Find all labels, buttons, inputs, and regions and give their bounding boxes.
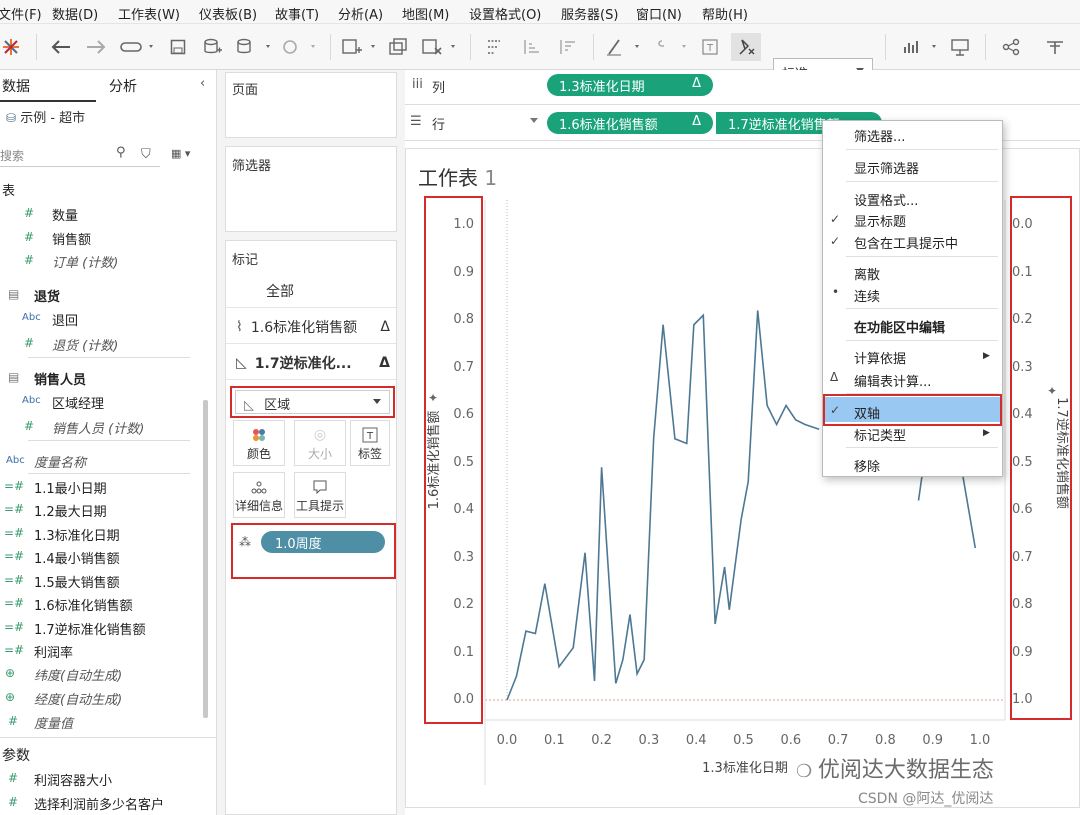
- menu-item-continuous[interactable]: 连续: [854, 286, 880, 305]
- series-line[interactable]: [506, 310, 820, 701]
- wechat-watermark: ❍ 优阅达大数据生态: [796, 752, 994, 784]
- x-tick: 0.5: [733, 733, 754, 748]
- menu-item-edit-in-shelf[interactable]: 在功能区中编辑: [854, 317, 945, 336]
- annotation-box: [823, 394, 1002, 426]
- menu-item-show-header[interactable]: 显示标题: [854, 211, 906, 230]
- menu-item-include-tooltip[interactable]: 包含在工具提示中: [854, 233, 958, 252]
- menu-item-remove[interactable]: 移除: [854, 456, 880, 475]
- wechat-watermark-text: 优阅达大数据生态: [817, 758, 994, 783]
- menu-item-edit-table-calc[interactable]: 编辑表计算...: [854, 371, 931, 390]
- x-tick: 0.6: [780, 733, 802, 748]
- x-tick: 0.8: [875, 733, 896, 748]
- check-icon: ✓: [830, 212, 841, 226]
- x-axis-title[interactable]: 1.3标准化日期: [702, 761, 788, 776]
- x-tick: 0.7: [827, 733, 849, 748]
- check-icon: ✓: [830, 234, 841, 248]
- menu-item-mark-type[interactable]: 标记类型: [854, 425, 906, 444]
- wechat-icon: ❍: [796, 761, 818, 782]
- x-tick: 0.4: [685, 733, 707, 748]
- x-tick: 0.3: [638, 733, 660, 748]
- menu-item-filter[interactable]: 筛选器...: [854, 126, 905, 145]
- x-tick: 1.0: [969, 733, 991, 748]
- menu-item-compute-using[interactable]: 计算依据: [854, 348, 906, 367]
- x-tick: 0.1: [543, 733, 565, 748]
- csdn-watermark: CSDN @阿达_优阅达: [858, 791, 994, 807]
- bullet-icon: •: [832, 285, 840, 299]
- submenu-arrow-icon: ▶: [983, 351, 990, 361]
- x-tick: 0.9: [922, 733, 944, 748]
- annotation-box: [1010, 196, 1072, 720]
- submenu-arrow-icon: ▶: [983, 428, 990, 438]
- x-tick: 0.2: [591, 733, 612, 748]
- delta-icon: Δ: [830, 370, 839, 384]
- menu-item-format[interactable]: 设置格式...: [854, 190, 918, 209]
- annotation-box: [424, 196, 483, 724]
- menu-item-discrete[interactable]: 离散: [854, 264, 880, 283]
- x-tick: 0.0: [496, 733, 518, 748]
- menu-item-show-filter[interactable]: 显示筛选器: [854, 158, 919, 177]
